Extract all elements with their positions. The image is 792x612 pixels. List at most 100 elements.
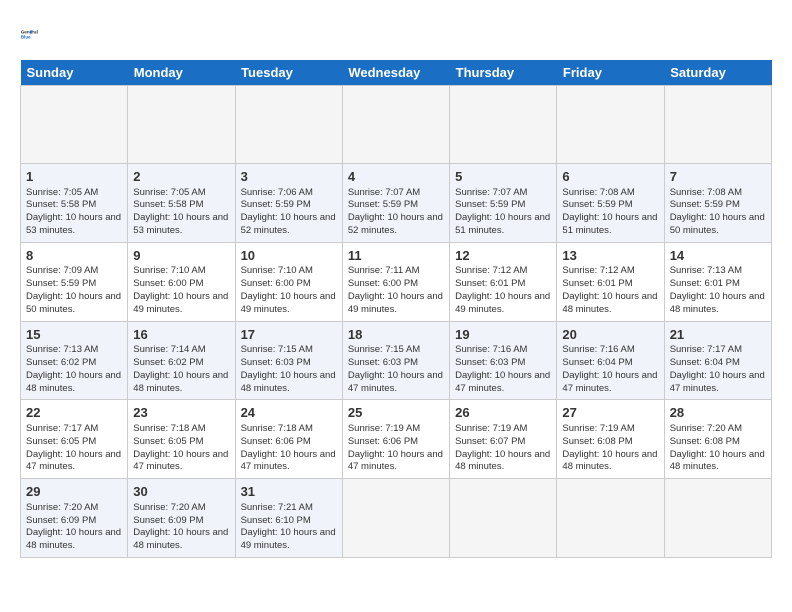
sunrise: Sunrise: 7:19 AM bbox=[455, 423, 527, 434]
sunset: Sunset: 5:59 PM bbox=[455, 199, 525, 210]
daylight: Daylight: 10 hours and 48 minutes. bbox=[562, 449, 657, 473]
calendar-cell bbox=[342, 86, 449, 164]
daylight: Daylight: 10 hours and 49 minutes. bbox=[241, 527, 336, 551]
calendar-cell: 16Sunrise: 7:14 AMSunset: 6:02 PMDayligh… bbox=[128, 321, 235, 400]
daylight: Daylight: 10 hours and 48 minutes. bbox=[670, 449, 765, 473]
sunset: Sunset: 6:01 PM bbox=[670, 278, 740, 289]
day-number: 15 bbox=[26, 326, 122, 344]
sunset: Sunset: 6:00 PM bbox=[348, 278, 418, 289]
day-number: 12 bbox=[455, 247, 551, 265]
logo-icon: General Blue bbox=[20, 18, 52, 50]
sunrise: Sunrise: 7:05 AM bbox=[133, 187, 205, 198]
daylight: Daylight: 10 hours and 53 minutes. bbox=[133, 212, 228, 236]
header-row: SundayMondayTuesdayWednesdayThursdayFrid… bbox=[21, 60, 772, 86]
calendar-cell bbox=[664, 86, 771, 164]
sunrise: Sunrise: 7:16 AM bbox=[455, 344, 527, 355]
day-number: 7 bbox=[670, 168, 766, 186]
calendar-cell: 26Sunrise: 7:19 AMSunset: 6:07 PMDayligh… bbox=[450, 400, 557, 479]
sunrise: Sunrise: 7:07 AM bbox=[348, 187, 420, 198]
day-number: 4 bbox=[348, 168, 444, 186]
daylight: Daylight: 10 hours and 48 minutes. bbox=[133, 527, 228, 551]
calendar-cell: 28Sunrise: 7:20 AMSunset: 6:08 PMDayligh… bbox=[664, 400, 771, 479]
sunset: Sunset: 6:05 PM bbox=[26, 436, 96, 447]
calendar-cell: 20Sunrise: 7:16 AMSunset: 6:04 PMDayligh… bbox=[557, 321, 664, 400]
sunset: Sunset: 6:03 PM bbox=[241, 357, 311, 368]
calendar-page: General Blue SundayMondayTuesdayWednesda… bbox=[0, 0, 792, 612]
sunset: Sunset: 6:08 PM bbox=[670, 436, 740, 447]
sunrise: Sunrise: 7:19 AM bbox=[562, 423, 634, 434]
daylight: Daylight: 10 hours and 47 minutes. bbox=[455, 370, 550, 394]
calendar-cell: 3Sunrise: 7:06 AMSunset: 5:59 PM Daylight… bbox=[235, 164, 342, 243]
sunset: Sunset: 5:59 PM bbox=[26, 278, 96, 289]
calendar-cell: 25Sunrise: 7:19 AMSunset: 6:06 PMDayligh… bbox=[342, 400, 449, 479]
day-number: 11 bbox=[348, 247, 444, 265]
daylight: Daylight: 10 hours and 47 minutes. bbox=[133, 449, 228, 473]
day-number: 13 bbox=[562, 247, 658, 265]
calendar-cell: 7Sunrise: 7:08 AMSunset: 5:59 PMDaylight… bbox=[664, 164, 771, 243]
calendar-cell: 6Sunrise: 7:08 AMSunset: 5:59 PMDaylight… bbox=[557, 164, 664, 243]
sunset: Sunset: 5:59 PM bbox=[241, 199, 311, 210]
sunrise: Sunrise: 7:14 AM bbox=[133, 344, 205, 355]
sunset: Sunset: 6:03 PM bbox=[455, 357, 525, 368]
sunset: Sunset: 6:06 PM bbox=[348, 436, 418, 447]
daylight: Daylight: 10 hours and 48 minutes. bbox=[26, 370, 121, 394]
sunrise: Sunrise: 7:20 AM bbox=[26, 502, 98, 513]
calendar-cell bbox=[342, 479, 449, 558]
day-number: 23 bbox=[133, 404, 229, 422]
sunset: Sunset: 5:59 PM bbox=[670, 199, 740, 210]
daylight: Daylight: 10 hours and 53 minutes. bbox=[26, 212, 121, 236]
sunset: Sunset: 6:05 PM bbox=[133, 436, 203, 447]
day-header-monday: Monday bbox=[128, 60, 235, 86]
day-header-thursday: Thursday bbox=[450, 60, 557, 86]
calendar-cell: 9Sunrise: 7:10 AMSunset: 6:00 PMDaylight… bbox=[128, 242, 235, 321]
calendar-cell bbox=[450, 86, 557, 164]
calendar-cell: 8Sunrise: 7:09 AMSunset: 5:59 PMDaylight… bbox=[21, 242, 128, 321]
day-number: 5 bbox=[455, 168, 551, 186]
sunset: Sunset: 6:02 PM bbox=[26, 357, 96, 368]
day-number: 18 bbox=[348, 326, 444, 344]
sunrise: Sunrise: 7:20 AM bbox=[670, 423, 742, 434]
daylight: Daylight: 10 hours and 51 minutes. bbox=[562, 212, 657, 236]
sunrise: Sunrise: 7:06 AM bbox=[241, 187, 313, 198]
day-header-sunday: Sunday bbox=[21, 60, 128, 86]
calendar-cell: 24Sunrise: 7:18 AMSunset: 6:06 PMDayligh… bbox=[235, 400, 342, 479]
daylight: Daylight: 10 hours and 47 minutes. bbox=[26, 449, 121, 473]
sunset: Sunset: 6:09 PM bbox=[133, 515, 203, 526]
daylight: Daylight: 10 hours and 51 minutes. bbox=[455, 212, 550, 236]
calendar-cell bbox=[557, 479, 664, 558]
daylight: Daylight: 10 hours and 47 minutes. bbox=[241, 449, 336, 473]
sunrise: Sunrise: 7:15 AM bbox=[241, 344, 313, 355]
day-number: 21 bbox=[670, 326, 766, 344]
day-number: 9 bbox=[133, 247, 229, 265]
sunrise: Sunrise: 7:07 AM bbox=[455, 187, 527, 198]
calendar-cell: 14Sunrise: 7:13 AMSunset: 6:01 PMDayligh… bbox=[664, 242, 771, 321]
calendar-cell: 18Sunrise: 7:15 AMSunset: 6:03 PMDayligh… bbox=[342, 321, 449, 400]
day-number: 31 bbox=[241, 483, 337, 501]
week-row-6: 29Sunrise: 7:20 AMSunset: 6:09 PMDayligh… bbox=[21, 479, 772, 558]
day-number: 27 bbox=[562, 404, 658, 422]
sunrise: Sunrise: 7:08 AM bbox=[562, 187, 634, 198]
day-header-wednesday: Wednesday bbox=[342, 60, 449, 86]
header: General Blue bbox=[20, 18, 772, 50]
daylight: Daylight: 10 hours and 50 minutes. bbox=[26, 291, 121, 315]
day-number: 3 bbox=[241, 168, 337, 186]
daylight: Daylight: 10 hours and 47 minutes. bbox=[670, 370, 765, 394]
sunset: Sunset: 6:02 PM bbox=[133, 357, 203, 368]
day-number: 14 bbox=[670, 247, 766, 265]
sunrise: Sunrise: 7:08 AM bbox=[670, 187, 742, 198]
day-number: 17 bbox=[241, 326, 337, 344]
day-number: 30 bbox=[133, 483, 229, 501]
day-number: 26 bbox=[455, 404, 551, 422]
daylight: Daylight: 10 hours and 47 minutes. bbox=[562, 370, 657, 394]
calendar-cell: 31Sunrise: 7:21 AMSunset: 6:10 PMDayligh… bbox=[235, 479, 342, 558]
sunset: Sunset: 5:58 PM bbox=[133, 199, 203, 210]
daylight: Daylight: 10 hours and 48 minutes. bbox=[670, 291, 765, 315]
day-number: 10 bbox=[241, 247, 337, 265]
calendar-cell: 22Sunrise: 7:17 AMSunset: 6:05 PMDayligh… bbox=[21, 400, 128, 479]
calendar-cell: 13Sunrise: 7:12 AMSunset: 6:01 PMDayligh… bbox=[557, 242, 664, 321]
calendar-cell bbox=[235, 86, 342, 164]
daylight: Daylight: 10 hours and 52 minutes. bbox=[241, 212, 336, 236]
week-row-5: 22Sunrise: 7:17 AMSunset: 6:05 PMDayligh… bbox=[21, 400, 772, 479]
calendar-cell: 21Sunrise: 7:17 AMSunset: 6:04 PMDayligh… bbox=[664, 321, 771, 400]
calendar-table: SundayMondayTuesdayWednesdayThursdayFrid… bbox=[20, 60, 772, 558]
